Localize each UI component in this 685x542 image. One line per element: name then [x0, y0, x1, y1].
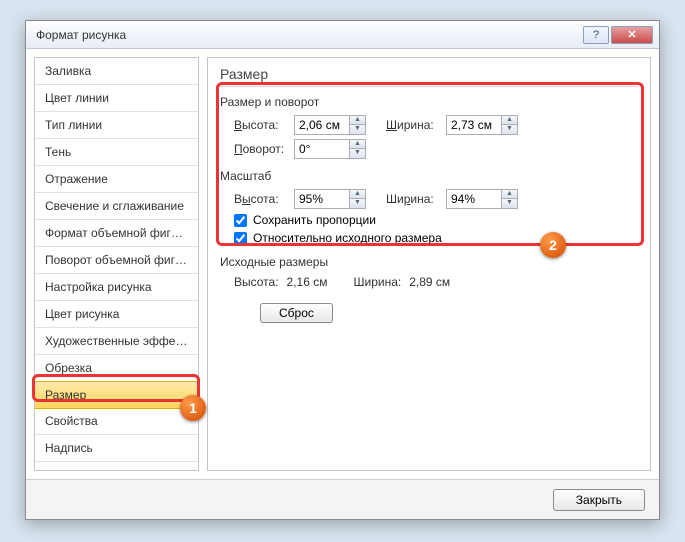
sidebar-item-line-type[interactable]: Тип линии — [35, 112, 198, 139]
rotation-label: Поворот: — [234, 142, 288, 156]
sidebar-item-3d-rotation[interactable]: Поворот объемной фигуры — [35, 247, 198, 274]
group-original: Исходные размеры — [220, 255, 638, 269]
sidebar-item-glow[interactable]: Свечение и сглаживание — [35, 193, 198, 220]
sidebar-item-properties[interactable]: Свойства — [35, 408, 198, 435]
orig-width-label: Ширина: — [354, 275, 402, 289]
sidebar-item-size[interactable]: Размер — [34, 381, 199, 409]
orig-height-value: 2,16 см — [287, 275, 328, 289]
scale-height-spinner[interactable]: ▲▼ — [294, 189, 366, 209]
dialog-body: Заливка Цвет линии Тип линии Тень Отраже… — [26, 49, 659, 479]
scale-width-spinner[interactable]: ▲▼ — [446, 189, 518, 209]
spin-down-icon[interactable]: ▼ — [350, 125, 365, 134]
orig-width-value: 2,89 см — [409, 275, 450, 289]
close-button[interactable]: Закрыть — [553, 489, 645, 511]
sidebar-item-3d-format[interactable]: Формат объемной фигуры — [35, 220, 198, 247]
height-spinner[interactable]: ▲▼ — [294, 115, 366, 135]
sidebar-item-shadow[interactable]: Тень — [35, 139, 198, 166]
window-close-button[interactable]: ✕ — [611, 26, 653, 44]
annotation-badge-2: 2 — [540, 232, 566, 258]
height-input[interactable] — [295, 118, 349, 132]
lock-aspect-label: Сохранить пропорции — [253, 213, 376, 227]
content-pane: Размер Размер и поворот Высота: ▲▼ Ширин… — [207, 57, 651, 471]
sidebar-item-picture-corrections[interactable]: Настройка рисунка — [35, 274, 198, 301]
spin-up-icon[interactable]: ▲ — [350, 140, 365, 149]
page-title: Размер — [220, 66, 638, 82]
help-button[interactable]: ? — [583, 26, 609, 44]
sidebar-item-alt-text[interactable]: Замещающий текст — [35, 462, 198, 471]
spin-down-icon[interactable]: ▼ — [350, 149, 365, 158]
width-input[interactable] — [447, 118, 501, 132]
scale-height-label: Высота: — [234, 192, 288, 206]
rotation-input[interactable] — [295, 142, 349, 156]
sidebar-item-fill[interactable]: Заливка — [35, 58, 198, 85]
width-label: Ширина: — [386, 118, 440, 132]
sidebar-item-picture-color[interactable]: Цвет рисунка — [35, 301, 198, 328]
rotation-spinner[interactable]: ▲▼ — [294, 139, 366, 159]
titlebar: Формат рисунка ? ✕ — [26, 21, 659, 49]
orig-height-label: Высота: — [234, 275, 279, 289]
sidebar-item-artistic-effects[interactable]: Художественные эффекты — [35, 328, 198, 355]
spin-up-icon[interactable]: ▲ — [502, 116, 517, 125]
sidebar-item-crop[interactable]: Обрезка — [35, 355, 198, 382]
spin-up-icon[interactable]: ▲ — [502, 190, 517, 199]
group-size-rotate: Размер и поворот — [220, 95, 638, 109]
spin-up-icon[interactable]: ▲ — [350, 116, 365, 125]
format-picture-dialog: Формат рисунка ? ✕ Заливка Цвет линии Ти… — [25, 20, 660, 520]
spin-down-icon[interactable]: ▼ — [350, 199, 365, 208]
sidebar-item-line-color[interactable]: Цвет линии — [35, 85, 198, 112]
height-label: Высота: — [234, 118, 288, 132]
width-spinner[interactable]: ▲▼ — [446, 115, 518, 135]
window-title: Формат рисунка — [36, 28, 581, 42]
spin-up-icon[interactable]: ▲ — [350, 190, 365, 199]
spin-down-icon[interactable]: ▼ — [502, 125, 517, 134]
sidebar-item-textbox[interactable]: Надпись — [35, 435, 198, 462]
relative-original-checkbox[interactable] — [234, 232, 247, 245]
annotation-badge-1: 1 — [180, 395, 206, 421]
scale-width-input[interactable] — [447, 192, 501, 206]
reset-button[interactable]: Сброс — [260, 303, 333, 323]
scale-width-label: Ширина: — [386, 192, 440, 206]
divider — [220, 86, 638, 87]
lock-aspect-checkbox[interactable] — [234, 214, 247, 227]
relative-original-label: Относительно исходного размера — [253, 231, 442, 245]
spin-down-icon[interactable]: ▼ — [502, 199, 517, 208]
group-scale: Масштаб — [220, 169, 638, 183]
scale-height-input[interactable] — [295, 192, 349, 206]
footer: Закрыть — [26, 479, 659, 519]
sidebar-item-reflection[interactable]: Отражение — [35, 166, 198, 193]
sidebar: Заливка Цвет линии Тип линии Тень Отраже… — [34, 57, 199, 471]
